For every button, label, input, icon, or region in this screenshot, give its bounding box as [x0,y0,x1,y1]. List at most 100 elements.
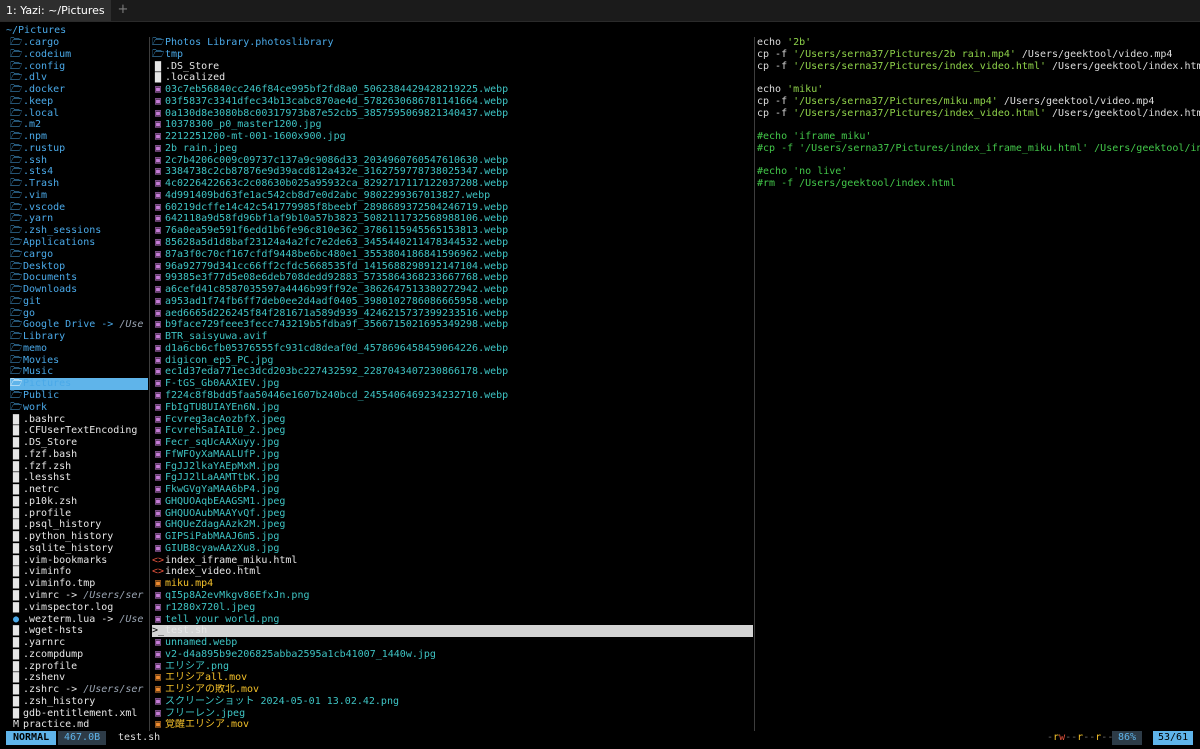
file-entry[interactable]: ▣ FgJJ2lkaYAEpMxM.jpg [152,461,753,473]
file-entry[interactable]: ▇ .DS_Store [152,61,753,73]
file-entry[interactable]: ▣ GIPSiPabMAAJ6m5.jpg [152,531,753,543]
file-entry[interactable]: ▣ r1280x720l.jpeg [152,602,753,614]
file-entry[interactable]: ▇ .vimspector.log [10,602,148,614]
file-entry[interactable]: ▣ Fcvreg3acAozbfX.jpeg [152,414,753,426]
file-entry[interactable]: >_test.sh [152,625,753,638]
file-entry[interactable]: ▇ .fzf.bash [10,449,148,461]
file-entry[interactable]: ▣ ec1d37eda771ec3dcd203bc227432592_228704… [152,366,753,378]
file-entry[interactable]: Mpractice.md [10,719,148,731]
file-entry[interactable]: ▣ エリシアall.mov [152,672,753,684]
file-entry[interactable]: 🗁tmp [152,49,753,61]
file-entry[interactable]: ▇ .lesshst [10,472,148,484]
file-entry[interactable]: ▣ エリシア.png [152,661,753,673]
file-entry[interactable]: 🗁.codeium [10,49,148,61]
file-entry[interactable]: ▇ .zsh_history [10,696,148,708]
file-entry[interactable]: ▣ FfWFOyXaMAALUfP.jpg [152,449,753,461]
file-entry[interactable]: ▣ F-tGS_Gb0AAXIEV.jpg [152,378,753,390]
pane-divider[interactable] [149,37,150,734]
file-entry[interactable]: 🗁.keep [10,96,148,108]
file-entry[interactable]: 🗁.local [10,108,148,120]
file-entry[interactable]: ▇ .vimrc -> /Users/ser [10,590,148,602]
file-entry[interactable]: ▇ .vim-bookmarks [10,555,148,567]
file-entry[interactable]: ▣ FkwGVgYaMAA6bP4.jpg [152,484,753,496]
file-entry[interactable]: 🗁.rustup [10,143,148,155]
file-entry[interactable]: ▣ 0a130d8e3080b8c00317973b87e52cb5_385759… [152,108,753,120]
file-entry[interactable]: ▣ FgJJ2lLaAAMTtbK.jpg [152,472,753,484]
file-entry[interactable]: 🗁.cargo [10,37,148,49]
file-entry[interactable]: 🗁.vim [10,190,148,202]
file-entry[interactable]: ▣ 2212251200-mt-001-1600x900.jpg [152,131,753,143]
file-entry[interactable]: ▇ .netrc [10,484,148,496]
file-entry[interactable]: <>index_video.html [152,566,753,578]
file-entry[interactable]: ▇ .p10k.zsh [10,496,148,508]
file-entry[interactable]: ▣ b9face729feee3fecc743219b5fdba9f_356671… [152,319,753,331]
file-entry[interactable]: 🗁Movies [10,355,148,367]
file-entry[interactable]: 🗁.zsh_sessions [10,225,148,237]
file-entry[interactable]: 🗁Documents [10,272,148,284]
file-entry[interactable]: 🗁Downloads [10,284,148,296]
file-entry[interactable]: ▣ スクリーンショット 2024-05-01 13.02.42.png [152,696,753,708]
file-entry[interactable]: ▇ .CFUserTextEncoding [10,425,148,437]
file-entry[interactable]: 🗁Pictures [10,378,148,390]
file-entry[interactable]: ▣ 3384738c2cb87876e9d39acd812a432e_316275… [152,166,753,178]
file-entry[interactable]: 🗁Google Drive -> /Use [10,319,148,331]
tab-yazi[interactable]: 1: Yazi: ~/Pictures [0,0,111,21]
file-entry[interactable]: ▣ 4d991409bd63fe1ac542cb8d7e0d2abc_980229… [152,190,753,202]
file-entry[interactable]: 🗁work [10,402,148,414]
file-entry[interactable]: ▇ .localized [152,72,753,84]
file-entry[interactable]: ▇ .bashrc [10,414,148,426]
file-entry[interactable]: ▣ エリシアの敗北.mov [152,684,753,696]
file-entry[interactable]: ▣ 642118a9d58fd96bf1af9b10a57b3823_508211… [152,213,753,225]
file-entry[interactable]: ▣ 03c7eb56840cc246f84ce995bf2fd8a0_506238… [152,84,753,96]
file-entry[interactable]: ▣ 76a0ea59e591f6edd1b6fe96c810e362_378611… [152,225,753,237]
file-entry[interactable]: ▣ GHQUOAqbEAAGSM1.jpeg [152,496,753,508]
file-entry[interactable]: ▣ 96a92779d341cc66ff2cfdc5668535fd_141568… [152,261,753,273]
file-entry[interactable]: ▣ 覚醒エリシア.mov [152,719,753,731]
file-entry[interactable]: ▣ GIUB8cyawAAzXu8.jpg [152,543,753,555]
file-entry[interactable]: ▣ GHQUeZdagAAzk2M.jpeg [152,519,753,531]
file-entry[interactable]: ▣ 85628a5d1d8baf23124a4a2fc7e2de63_345544… [152,237,753,249]
file-entry[interactable]: 🗁Public [10,390,148,402]
file-entry[interactable]: ▇ .yarnrc [10,637,148,649]
file-entry[interactable]: ▇ .zcompdump [10,649,148,661]
file-entry[interactable]: 🗁.docker [10,84,148,96]
file-entry[interactable]: ▣ 99385e3f77d5e08e6deb708dedd92883_573586… [152,272,753,284]
new-tab-button[interactable]: + [116,0,130,21]
file-entry[interactable]: 🗁.npm [10,131,148,143]
file-entry[interactable]: 🗁Library [10,331,148,343]
pane-divider[interactable] [754,37,755,734]
file-entry[interactable]: ▣ FcvrehSaIAIL0_2.jpeg [152,425,753,437]
file-entry[interactable]: ▣ 2b rain.jpeg [152,143,753,155]
file-entry[interactable]: ▇ .profile [10,508,148,520]
file-entry[interactable]: ▇ .fzf.zsh [10,461,148,473]
file-entry[interactable]: ● .wezterm.lua -> /Use [10,614,148,626]
file-entry[interactable]: 🗁go [10,308,148,320]
file-entry[interactable]: ▣ FbIgTU8UIAYEn6N.jpg [152,402,753,414]
file-entry[interactable]: ▣ 2c7b4206c009c09737c137a9c9086d33_203496… [152,155,753,167]
file-entry[interactable]: ▇ .wget-hsts [10,625,148,637]
file-entry[interactable]: ▇ .psql_history [10,519,148,531]
file-entry[interactable]: <>index_iframe_miku.html [152,555,753,567]
file-entry[interactable]: ▣ フリーレン.jpeg [152,708,753,720]
file-entry[interactable]: ▇ .DS_Store [10,437,148,449]
file-entry[interactable]: ▣ 4c0226422663c2c08630b025a95932ca_829271… [152,178,753,190]
file-entry[interactable]: 🗁.ssh [10,155,148,167]
file-entry[interactable]: 🗁.dlv [10,72,148,84]
file-entry[interactable]: ▣ aed6665d226245f84f281671a589d939_424621… [152,308,753,320]
file-entry[interactable]: 🗁.vscode [10,202,148,214]
file-entry[interactable]: 🗁.config [10,61,148,73]
file-entry[interactable]: ▇ .viminfo [10,566,148,578]
file-entry[interactable]: ▣ 10378300_p0_master1200.jpg [152,119,753,131]
file-entry[interactable]: 🗁.m2 [10,119,148,131]
file-entry[interactable]: 🗁Photos Library.photoslibrary [152,37,753,49]
file-entry[interactable]: ▣ Fecr_sqUcAAXuyy.jpg [152,437,753,449]
file-entry[interactable]: 🗁.Trash [10,178,148,190]
file-entry[interactable]: ▇ gdb-entitlement.xml [10,708,148,720]
file-entry[interactable]: ▣ a953ad1f74fb6ff7deb0ee2d4adf0405_398010… [152,296,753,308]
file-entry[interactable]: ▇ .zshenv [10,672,148,684]
file-entry[interactable]: ▣ a6cefd41c8587035597a4446b99ff92e_386264… [152,284,753,296]
file-entry[interactable]: ▣ BTR_saisyuwa.avif [152,331,753,343]
file-entry[interactable]: ▣ 60219dcffe14c42c541779985f8beebf_289868… [152,202,753,214]
file-entry[interactable]: ▇ .zshrc -> /Users/ser [10,684,148,696]
file-entry[interactable]: ▣ unnamed.webp [152,637,753,649]
